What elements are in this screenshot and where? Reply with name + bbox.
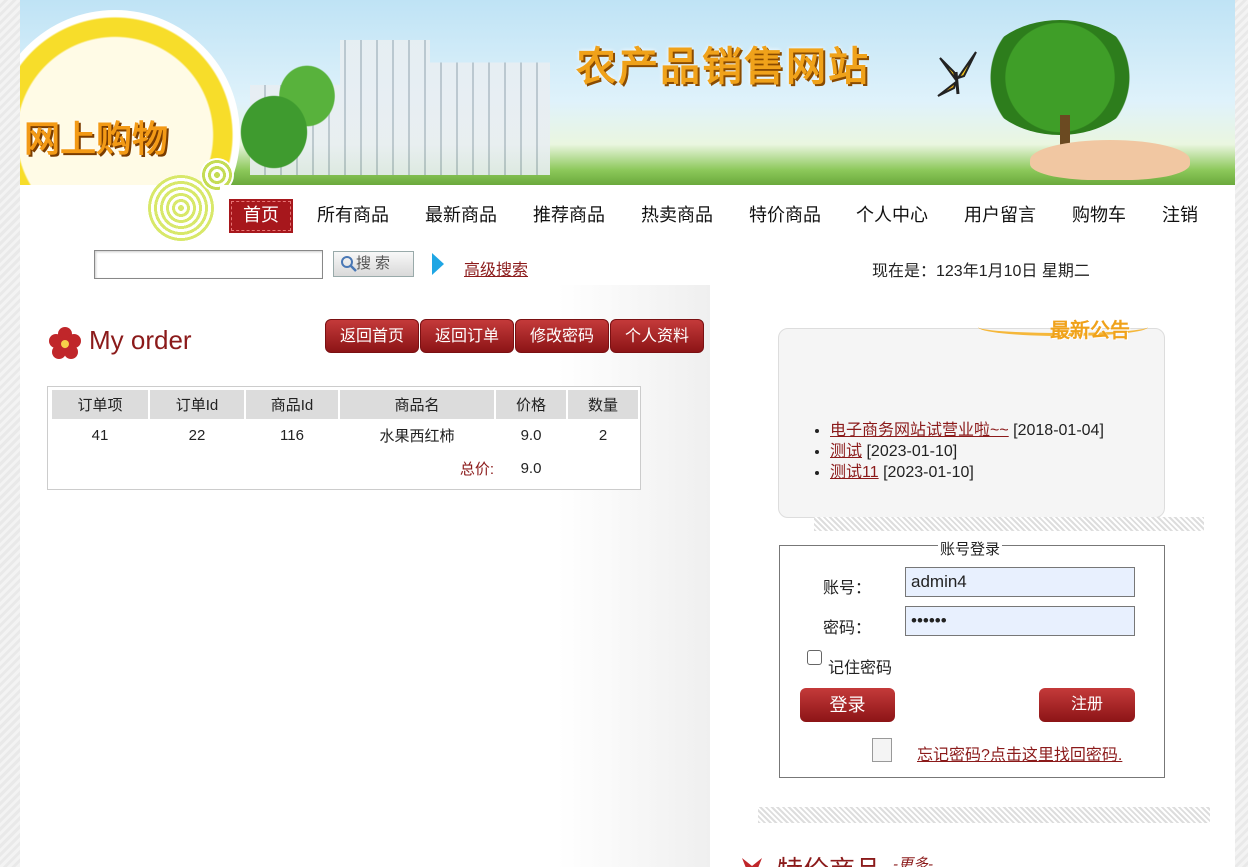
col-price: 价格 xyxy=(496,390,566,419)
account-input[interactable]: admin4 xyxy=(905,567,1135,597)
remember-checkbox[interactable] xyxy=(807,650,822,665)
special-products-title: 特价商品 xyxy=(777,850,881,867)
notice-date: [2023-01-10] xyxy=(866,443,958,460)
nav-hot-products[interactable]: 热卖商品 xyxy=(641,199,713,233)
nav-new-products[interactable]: 最新商品 xyxy=(425,199,497,233)
cell-product-name: 水果西红柿 xyxy=(379,428,455,445)
special-products-icon xyxy=(742,858,762,867)
login-legend: 账号登录 xyxy=(938,538,1003,559)
back-orders-button[interactable]: 返回订单 xyxy=(420,319,515,353)
document-icon xyxy=(872,738,892,762)
search-icon xyxy=(341,256,357,272)
leaves-image xyxy=(230,60,340,180)
nav-logout[interactable]: 注销 xyxy=(1162,199,1198,233)
main-nav: 首页 所有商品 最新商品 推荐商品 热卖商品 特价商品 个人中心 用户留言 购物… xyxy=(220,185,1235,243)
page-title: My order xyxy=(89,325,192,355)
shop-title: 网上购物 xyxy=(24,119,169,160)
change-password-button[interactable]: 修改密码 xyxy=(515,319,610,353)
list-item: 电子商务网站试营业啦~~ [2018-01-04] xyxy=(830,420,1104,441)
order-table-panel: 订单项 订单Id 商品Id 商品名 价格 数量 41 22 116 水果西红柿 … xyxy=(47,386,641,490)
list-item: 测试11 [2023-01-10] xyxy=(830,462,1104,483)
forgot-password-link[interactable]: 忘记密码?点击这里找回密码. xyxy=(917,741,1122,765)
nav-home[interactable]: 首页 xyxy=(229,199,293,233)
nav-all-products[interactable]: 所有商品 xyxy=(317,199,389,233)
total-label: 总价: xyxy=(459,461,494,478)
header-banner: 网上购物 农产品销售网站 xyxy=(20,0,1235,185)
total-row: 总价: 9.0 xyxy=(52,452,638,485)
site-title: 农产品销售网站 xyxy=(576,44,870,90)
col-order-item: 订单项 xyxy=(52,390,148,419)
notice-link[interactable]: 电子商务网站试营业啦~~ xyxy=(830,422,1009,439)
nav-cart[interactable]: 购物车 xyxy=(1072,199,1126,233)
register-button[interactable]: 注册 xyxy=(1039,688,1135,722)
cell-quantity: 2 xyxy=(598,427,608,444)
cell-product-id: 116 xyxy=(280,427,304,444)
current-date-text: 现在是：123年1月10日 星期二 xyxy=(872,263,1090,280)
more-link[interactable]: -更多- xyxy=(893,853,933,867)
account-label: 账号： xyxy=(823,580,872,597)
divider xyxy=(758,807,1210,823)
order-actions: 返回首页 返回订单 修改密码 个人资料 xyxy=(325,319,705,353)
login-button[interactable]: 登录 xyxy=(800,688,895,722)
col-quantity: 数量 xyxy=(568,390,638,419)
divider xyxy=(814,517,1204,531)
notice-link[interactable]: 测试11 xyxy=(830,464,879,481)
advanced-search-link[interactable]: 高级搜索 xyxy=(464,256,528,280)
nav-recommended-products[interactable]: 推荐商品 xyxy=(533,199,605,233)
butterfly-image xyxy=(937,51,977,97)
notice-link[interactable]: 测试 xyxy=(830,443,862,460)
profile-button[interactable]: 个人资料 xyxy=(610,319,705,353)
password-label: 密码： xyxy=(823,620,872,637)
cell-price: 9.0 xyxy=(520,427,542,444)
password-input[interactable]: •••••• xyxy=(905,606,1135,636)
flower-icon xyxy=(49,327,81,359)
hand-image xyxy=(1030,140,1190,180)
search-input[interactable] xyxy=(94,250,323,279)
table-header-row: 订单项 订单Id 商品Id 商品名 价格 数量 xyxy=(52,390,638,419)
col-order-id: 订单Id xyxy=(150,390,244,419)
notice-title: 最新公告 xyxy=(1050,318,1130,342)
cell-order-id: 22 xyxy=(188,427,206,444)
search-button-label: 搜索 xyxy=(356,255,395,272)
total-value: 9.0 xyxy=(520,460,542,477)
page: 网上购物 农产品销售网站 首页 所有商品 最新商品 推荐商品 热卖商品 特价商品… xyxy=(20,0,1235,867)
remember-label: 记住密码 xyxy=(828,660,893,677)
notice-date: [2023-01-10] xyxy=(883,464,974,481)
arrow-right-icon xyxy=(432,253,444,275)
back-home-button[interactable]: 返回首页 xyxy=(325,319,420,353)
col-product-id: 商品Id xyxy=(246,390,338,419)
col-product-name: 商品名 xyxy=(340,390,494,419)
search-button[interactable]: 搜索 xyxy=(333,251,414,277)
list-item: 测试 [2023-01-10] xyxy=(830,441,1104,462)
notice-list: 电子商务网站试营业啦~~ [2018-01-04] 测试 [2023-01-10… xyxy=(810,420,1104,483)
cell-order-item: 41 xyxy=(91,427,109,444)
main-content xyxy=(20,285,710,867)
table-row: 41 22 116 水果西红柿 9.0 2 xyxy=(52,419,638,452)
nav-messages[interactable]: 用户留言 xyxy=(964,199,1036,233)
nav-special-products[interactable]: 特价商品 xyxy=(749,199,821,233)
order-table: 订单项 订单Id 商品Id 商品名 价格 数量 41 22 116 水果西红柿 … xyxy=(50,390,640,485)
nav-user-center[interactable]: 个人中心 xyxy=(856,199,928,233)
notice-date: [2018-01-04] xyxy=(1013,422,1104,439)
